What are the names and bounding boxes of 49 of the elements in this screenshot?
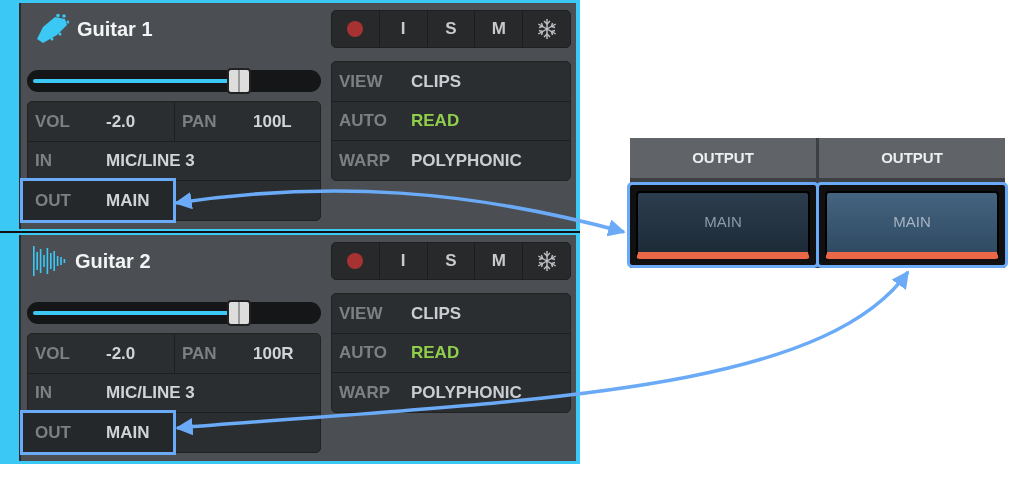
toggle-button[interactable]: M	[474, 243, 523, 279]
param-label: IN	[35, 150, 53, 173]
param-label: OUT	[35, 189, 72, 212]
slider-thumb[interactable]	[226, 300, 251, 326]
param-label: VIEW	[339, 302, 384, 325]
param-label: VIEW	[339, 70, 384, 93]
param-label: VOL	[35, 110, 71, 133]
param-value[interactable]: -2.0	[106, 108, 136, 135]
param-value[interactable]: MAIN	[106, 187, 150, 214]
toggle-button[interactable]: S	[426, 11, 475, 47]
record-dot-icon	[347, 21, 364, 37]
param-value[interactable]: POLYPHONIC	[411, 379, 522, 406]
toggle-button[interactable]: M	[474, 11, 523, 47]
param-label: OUT	[35, 421, 72, 444]
param-value[interactable]: 100L	[253, 108, 292, 135]
track-name: Guitar 2	[75, 249, 151, 274]
param-label: VOL	[35, 342, 71, 365]
record-dot-icon	[347, 253, 364, 269]
param-value[interactable]: MAIN	[106, 419, 150, 446]
volume-slider[interactable]	[27, 70, 321, 92]
volume-slider[interactable]	[27, 302, 321, 324]
output-button[interactable]: MAIN	[636, 191, 810, 259]
output-button[interactable]: MAIN	[825, 191, 999, 259]
toggle-button[interactable]: I	[378, 11, 427, 47]
param-label: PAN	[182, 110, 218, 133]
param-label: PAN	[182, 342, 218, 365]
snowflake-icon	[535, 250, 558, 272]
param-label: AUTO	[339, 342, 388, 365]
param-value[interactable]: POLYPHONIC	[411, 147, 522, 174]
waveform-icon	[33, 245, 67, 277]
column-header: OUTPUT	[819, 138, 1005, 178]
param-label: IN	[35, 382, 53, 405]
param-value[interactable]: CLIPS	[411, 68, 462, 95]
toggle-button[interactable]: S	[426, 243, 475, 279]
param-label: WARP	[339, 381, 391, 404]
param-value[interactable]: MIC/LINE 3	[106, 380, 195, 406]
snowflake-icon	[535, 18, 558, 40]
param-value[interactable]: 100R	[253, 340, 294, 367]
slider-thumb[interactable]	[226, 68, 251, 94]
param-value[interactable]: MIC/LINE 3	[106, 148, 195, 174]
column-header: OUTPUT	[630, 138, 816, 178]
track-name: Guitar 1	[77, 17, 153, 42]
param-value[interactable]: READ	[411, 108, 460, 134]
param-value[interactable]: CLIPS	[411, 300, 462, 327]
param-label: AUTO	[339, 110, 388, 133]
param-value[interactable]: -2.0	[106, 340, 136, 367]
toggle-button[interactable]: I	[378, 243, 427, 279]
param-value[interactable]: READ	[411, 340, 460, 366]
param-label: WARP	[339, 149, 391, 172]
